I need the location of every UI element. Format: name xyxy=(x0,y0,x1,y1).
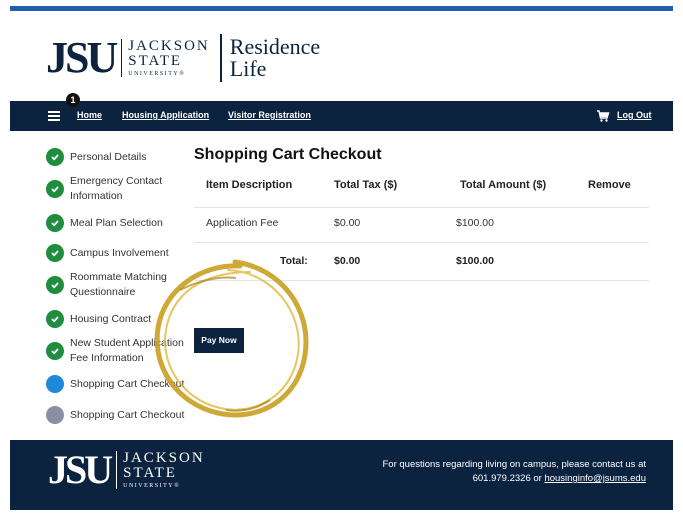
step-housing-contract[interactable]: Housing Contract xyxy=(46,310,196,328)
annotation-badge: 1 xyxy=(66,93,80,107)
cart-icon[interactable] xyxy=(596,109,610,123)
nav-link-home[interactable]: Home xyxy=(77,110,102,120)
step-emergency-contact[interactable]: Emergency Contact Information xyxy=(46,174,196,204)
logo-divider xyxy=(219,34,222,82)
step-meal-plan[interactable]: Meal Plan Selection xyxy=(46,214,196,232)
site-title: Residence Life xyxy=(229,34,321,81)
footer-logo[interactable]: JSU JACKSON STATE UNIVERSITY® xyxy=(48,450,205,490)
nav-link-visitor-registration[interactable]: Visitor Registration xyxy=(228,110,311,120)
step-shopping-cart-pending[interactable]: Shopping Cart Checkout xyxy=(46,406,196,424)
table-row: Application Fee $0.00 $100.00 xyxy=(194,205,649,243)
main-navbar: 1 Home Housing Application Visitor Regis… xyxy=(10,93,673,131)
step-shopping-cart-current[interactable]: Shopping Cart Checkout xyxy=(46,375,196,393)
pending-step-icon xyxy=(46,406,64,424)
logout-link[interactable]: Log Out xyxy=(617,110,652,120)
jsu-mark: JSU xyxy=(46,33,118,82)
col-item-description: Item Description xyxy=(206,179,293,191)
page-title: Shopping Cart Checkout xyxy=(194,146,382,163)
nav-link-housing-application[interactable]: Housing Application xyxy=(122,110,209,120)
step-roommate-matching[interactable]: Roommate Matching Questionnaire xyxy=(46,270,196,300)
check-icon xyxy=(46,214,64,232)
footer-contact: For questions regarding living on campus… xyxy=(382,459,646,484)
pay-now-button[interactable]: Pay Now xyxy=(194,328,244,353)
hamburger-icon[interactable] xyxy=(48,111,60,121)
check-icon xyxy=(46,310,64,328)
footer-email-link[interactable]: housinginfo@jsums.edu xyxy=(544,473,646,484)
check-icon xyxy=(46,148,64,166)
top-accent-stripe xyxy=(10,6,673,11)
col-total-amount: Total Amount ($) xyxy=(460,179,547,191)
check-icon xyxy=(46,342,64,360)
site-logo[interactable]: JSU JACKSON STATE UNIVERSITY® Residence … xyxy=(46,28,320,88)
col-total-tax: Total Tax ($) xyxy=(334,179,398,191)
check-icon xyxy=(46,276,64,294)
step-personal-details[interactable]: Personal Details xyxy=(46,148,196,166)
col-remove: Remove xyxy=(588,179,631,191)
check-icon xyxy=(46,180,64,198)
total-label: Total: xyxy=(280,255,308,267)
step-application-fee-info[interactable]: New Student Application Fee Information xyxy=(46,336,196,366)
total-amount: $100.00 xyxy=(456,255,494,267)
jsu-wordmark: JACKSON STATE UNIVERSITY® xyxy=(121,39,210,77)
current-step-icon xyxy=(46,375,64,393)
item-tax: $0.00 xyxy=(334,217,361,229)
item-description: Application Fee xyxy=(206,217,279,229)
step-campus-involvement[interactable]: Campus Involvement xyxy=(46,244,196,262)
total-tax: $0.00 xyxy=(334,255,361,267)
table-header-row: Item Description Total Tax ($) Total Amo… xyxy=(194,170,649,208)
table-total-row: Total: $0.00 $100.00 xyxy=(194,243,649,281)
site-footer: JSU JACKSON STATE UNIVERSITY® For questi… xyxy=(10,440,673,510)
item-amount: $100.00 xyxy=(456,217,494,229)
check-icon xyxy=(46,244,64,262)
